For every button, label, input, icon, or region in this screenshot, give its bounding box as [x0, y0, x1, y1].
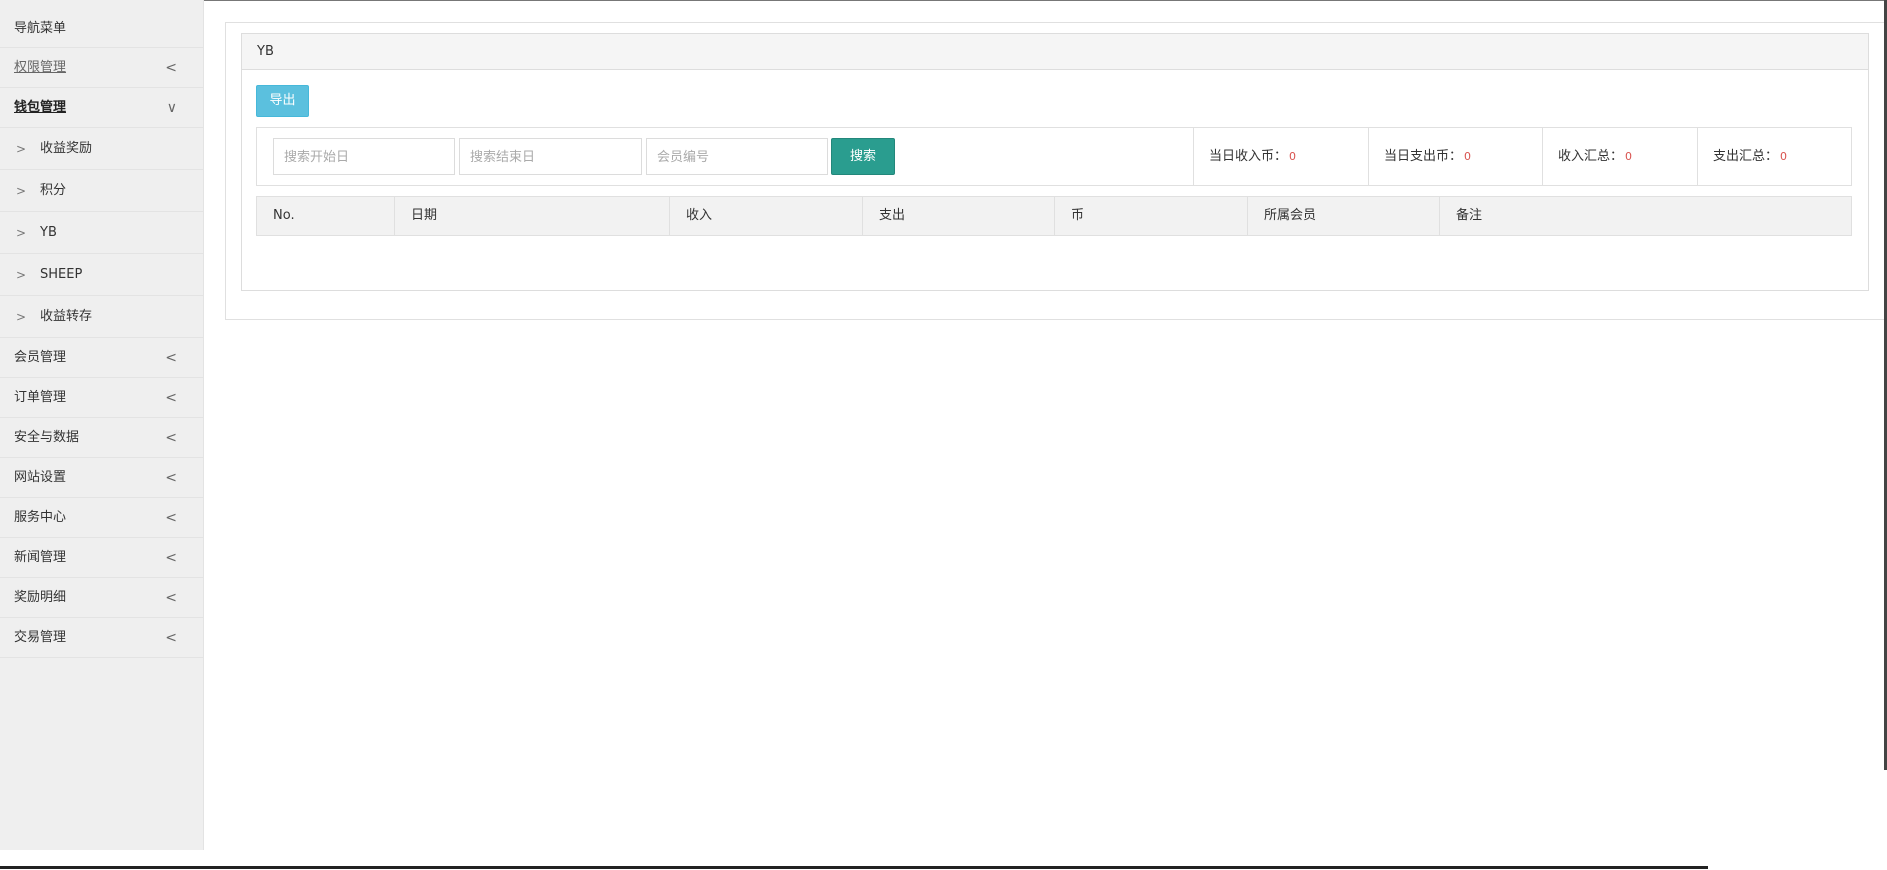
sidebar-item-label: 网站设置	[14, 470, 67, 485]
sidebar-item-permissions[interactable]: 权限管理 <	[0, 48, 203, 88]
stat-expense-total: 支出汇总： 0	[1697, 128, 1851, 185]
chevron-left-icon: <	[165, 630, 177, 646]
sidebar-nav: 导航菜单 权限管理 < 钱包管理 ∨ > 收益奖励 > 积分 > YB > SH…	[0, 0, 204, 850]
column-header-income[interactable]: 收入	[670, 197, 863, 235]
column-header-coin[interactable]: 币	[1055, 197, 1248, 235]
export-button[interactable]: 导出	[256, 85, 309, 117]
column-header-member[interactable]: 所属会员	[1248, 197, 1440, 235]
sidebar-subitem-label: SHEEP	[40, 267, 83, 282]
stat-value: 0	[1625, 150, 1633, 163]
sidebar-item-members[interactable]: 会员管理 <	[0, 338, 203, 378]
sidebar-item-orders[interactable]: 订单管理 <	[0, 378, 203, 418]
chevron-left-icon: <	[165, 550, 177, 566]
sidebar-item-label: 钱包管理	[14, 100, 67, 115]
stat-value: 0	[1780, 150, 1788, 163]
chevron-left-icon: <	[165, 510, 177, 526]
page-title: YB	[242, 34, 1868, 70]
sidebar-subitem-income-reward[interactable]: > 收益奖励	[0, 128, 203, 170]
chevron-right-icon: >	[16, 226, 27, 240]
sidebar-item-label: 新闻管理	[14, 550, 67, 565]
sidebar-subitem-sheep[interactable]: > SHEEP	[0, 254, 203, 296]
column-header-no[interactable]: No.	[257, 197, 395, 235]
sidebar-item-label: 安全与数据	[14, 430, 80, 445]
sidebar-item-label: 奖励明细	[14, 590, 67, 605]
sidebar-item-wallet[interactable]: 钱包管理 ∨	[0, 88, 203, 128]
sidebar-subitem-income-transfer[interactable]: > 收益转存	[0, 296, 203, 338]
chevron-right-icon: >	[16, 310, 27, 324]
stat-today-expense: 当日支出币： 0	[1368, 128, 1542, 185]
chevron-right-icon: >	[16, 268, 27, 282]
chevron-left-icon: <	[165, 430, 177, 446]
search-end-date-input[interactable]	[459, 138, 642, 175]
chevron-left-icon: <	[165, 390, 177, 406]
sidebar-title: 导航菜单	[0, 0, 203, 48]
column-header-date[interactable]: 日期	[395, 197, 670, 235]
column-header-remark[interactable]: 备注	[1440, 197, 1851, 235]
chevron-left-icon: <	[165, 590, 177, 606]
stat-value: 0	[1464, 150, 1472, 163]
stat-today-income: 当日收入币： 0	[1193, 128, 1368, 185]
sidebar-item-label: 权限管理	[14, 60, 67, 75]
chevron-left-icon: <	[165, 60, 177, 76]
sidebar-item-label: 订单管理	[14, 390, 67, 405]
sidebar-subitem-points[interactable]: > 积分	[0, 170, 203, 212]
stat-label: 支出汇总：	[1713, 149, 1779, 164]
chevron-left-icon: <	[165, 470, 177, 486]
stat-label: 当日支出币：	[1384, 149, 1463, 164]
stat-value: 0	[1289, 150, 1297, 163]
sidebar-item-rewards[interactable]: 奖励明细 <	[0, 578, 203, 618]
sidebar-item-label: 会员管理	[14, 350, 67, 365]
chevron-right-icon: >	[16, 184, 27, 198]
search-button[interactable]: 搜索	[831, 138, 895, 175]
chevron-down-icon: ∨	[166, 100, 177, 116]
sidebar-item-security-data[interactable]: 安全与数据 <	[0, 418, 203, 458]
sidebar-item-site-settings[interactable]: 网站设置 <	[0, 458, 203, 498]
stat-label: 收入汇总：	[1558, 149, 1624, 164]
sidebar-subitem-label: 积分	[40, 183, 67, 198]
member-id-input[interactable]	[646, 138, 828, 175]
table-header-row: No. 日期 收入 支出 币 所属会员 备注	[256, 196, 1852, 236]
window-top-border	[204, 0, 1887, 1]
sidebar-subitem-label: YB	[40, 225, 57, 240]
search-bar: 搜索 当日收入币：0 当日支出币：0 收入汇总：0 支出汇总：0	[256, 127, 1852, 186]
stat-income-total: 收入汇总： 0	[1542, 128, 1697, 185]
chevron-right-icon: >	[16, 142, 27, 156]
sidebar-item-label: 服务中心	[14, 510, 67, 525]
sidebar-subitem-label: 收益转存	[40, 309, 93, 324]
sidebar-item-service-center[interactable]: 服务中心 <	[0, 498, 203, 538]
search-start-date-input[interactable]	[273, 138, 455, 175]
sidebar-item-trading[interactable]: 交易管理 <	[0, 618, 203, 658]
chevron-left-icon: <	[165, 350, 177, 366]
stat-label: 当日收入币：	[1209, 149, 1288, 164]
column-header-expense[interactable]: 支出	[863, 197, 1055, 235]
sidebar-subitem-yb[interactable]: > YB	[0, 212, 203, 254]
window-bottom-border	[0, 866, 1708, 869]
sidebar-item-news[interactable]: 新闻管理 <	[0, 538, 203, 578]
sidebar-item-label: 交易管理	[14, 630, 67, 645]
sidebar-subitem-label: 收益奖励	[40, 141, 93, 156]
